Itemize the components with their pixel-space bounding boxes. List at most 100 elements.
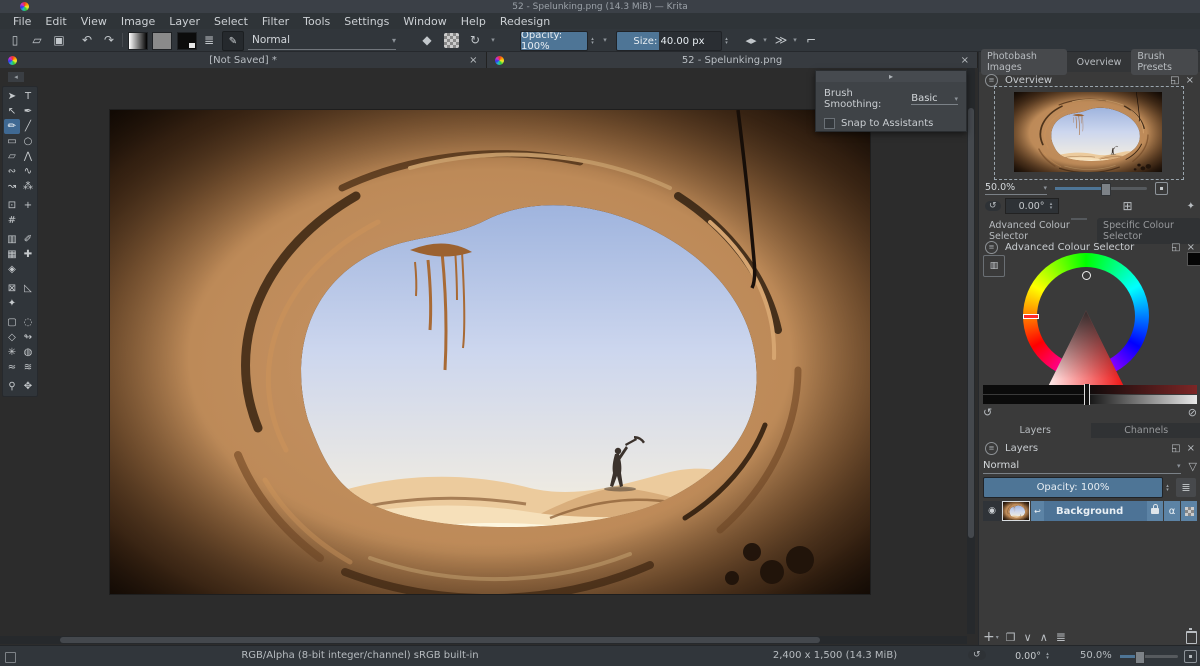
mirror-view-icon[interactable]: ⊞ xyxy=(1123,199,1133,213)
tab-spelunking[interactable]: 52 - Spelunking.png × xyxy=(487,52,979,68)
spin-down-icon[interactable]: ▾ xyxy=(588,41,597,45)
menu-edit[interactable]: Edit xyxy=(38,15,73,28)
chevron-down-icon[interactable]: ▾ xyxy=(600,35,610,45)
tool-magnetic-select[interactable]: ≋ xyxy=(20,360,36,375)
canvas-hscrollbar[interactable] xyxy=(0,636,967,644)
duplicate-layer-button[interactable]: ❐ xyxy=(1006,631,1016,644)
layer-lock-icon[interactable] xyxy=(1147,501,1163,521)
tool-line[interactable]: ╱ xyxy=(20,119,36,134)
chevron-down-icon[interactable]: ▾ xyxy=(761,35,769,45)
open-document-button[interactable]: ▱ xyxy=(28,31,46,49)
zoom-fit-icon[interactable]: ▪ xyxy=(1184,650,1197,663)
docker-menu-icon[interactable]: ≡ xyxy=(985,241,998,254)
overview-zoom-dropdown[interactable]: 50.0% ▾ xyxy=(985,181,1047,195)
tool-ellipse[interactable]: ○ xyxy=(20,134,36,149)
mirror-vertical-button[interactable]: ≫ xyxy=(772,31,790,49)
tool-pattern-edit[interactable]: ▦ xyxy=(4,247,20,262)
dock-tab-brush-presets[interactable]: Brush Presets xyxy=(1131,49,1198,75)
tab-scroll-left-button[interactable]: ◂ xyxy=(8,72,24,82)
close-icon[interactable]: × xyxy=(961,55,969,66)
blending-mode-dropdown[interactable]: Normal ▾ xyxy=(248,31,396,50)
refresh-colors-icon[interactable]: ↺ xyxy=(983,406,992,419)
tool-zoom[interactable]: ⚲ xyxy=(4,379,20,394)
chevron-down-icon[interactable]: ▾ xyxy=(996,634,999,641)
opacity-widget[interactable]: Opacity: 100% ▴▾ xyxy=(520,31,597,51)
undo-button[interactable]: ↶ xyxy=(78,31,96,49)
tool-multibrush[interactable]: ⁂ xyxy=(20,179,36,194)
overview-zoom-slider[interactable] xyxy=(1055,187,1147,190)
gradient-swatch[interactable] xyxy=(128,32,148,50)
fg-bg-color-swatch[interactable] xyxy=(177,32,197,50)
eraser-mode-button[interactable]: ◆ xyxy=(418,31,436,49)
tool-color-sampler[interactable]: ✐ xyxy=(20,232,36,247)
tool-rectangle[interactable]: ▭ xyxy=(4,134,20,149)
spin-down-icon[interactable]: ▾ xyxy=(1047,206,1056,210)
reset-rotation-icon[interactable]: ↺ xyxy=(985,201,1001,211)
tool-contiguous-select[interactable]: ◍ xyxy=(20,345,36,360)
shade-strip-red[interactable] xyxy=(983,385,1197,394)
delete-layer-button[interactable] xyxy=(1186,631,1197,644)
tool-calligraphy[interactable]: ✒ xyxy=(20,104,36,119)
menu-filter[interactable]: Filter xyxy=(255,15,296,28)
spin-down-icon[interactable]: ▾ xyxy=(1163,488,1172,492)
hscroll-thumb[interactable] xyxy=(60,637,820,643)
overview-view-rect[interactable] xyxy=(994,86,1184,180)
move-layer-up-button[interactable]: ∧ xyxy=(1040,631,1048,644)
menu-image[interactable]: Image xyxy=(114,15,162,28)
menu-help[interactable]: Help xyxy=(454,15,493,28)
overview-rotation-spinbox[interactable]: 0.00° ▴▾ xyxy=(1005,198,1059,214)
no-color-icon[interactable]: ⊘ xyxy=(1188,406,1197,419)
canvas-vscrollbar[interactable] xyxy=(967,68,975,634)
tool-fill[interactable]: ◈ xyxy=(4,262,20,277)
menu-redesign[interactable]: Redesign xyxy=(493,15,557,28)
tool-freehand-path[interactable]: ∿ xyxy=(20,164,36,179)
float-docker-icon[interactable]: ◱ xyxy=(1171,443,1180,454)
menu-layer[interactable]: Layer xyxy=(162,15,207,28)
brush-option-button[interactable]: ≣ xyxy=(200,31,218,49)
tool-transform[interactable]: ⊡ xyxy=(4,198,20,213)
tool-gradient[interactable]: ▥ xyxy=(4,232,20,247)
tool-bezier-curve[interactable]: ∾ xyxy=(4,164,20,179)
tool-assistants[interactable]: ◺ xyxy=(20,281,36,296)
menu-select[interactable]: Select xyxy=(207,15,255,28)
menu-tools[interactable]: Tools xyxy=(296,15,337,28)
tool-similar-select[interactable]: ✳ xyxy=(4,345,20,360)
brush-size-widget[interactable]: Size: 40.00 px ▴▾ xyxy=(616,31,731,51)
spin-down-icon[interactable]: ▾ xyxy=(1043,656,1052,660)
layer-blend-dropdown[interactable]: Normal ▾ xyxy=(983,458,1181,474)
layer-row-background[interactable]: ◉ ↩ Background α xyxy=(983,501,1197,521)
menu-window[interactable]: Window xyxy=(396,15,453,28)
tool-polygon-select[interactable]: ◇ xyxy=(4,330,20,345)
dock-tab-overview[interactable]: Overview xyxy=(1071,55,1128,70)
snap-to-assistants-checkbox[interactable] xyxy=(824,118,835,129)
canvas-rotation-spinbox[interactable]: 0.00° ▴▾ xyxy=(1000,649,1054,663)
spin-down-icon[interactable]: ▾ xyxy=(722,41,731,45)
edit-brush-settings-button[interactable]: ✎ xyxy=(222,31,244,51)
add-layer-button[interactable]: + xyxy=(983,629,995,645)
tool-polygon[interactable]: ▱ xyxy=(4,149,20,164)
tool-ellipse-select[interactable]: ◌ xyxy=(20,315,36,330)
float-docker-icon[interactable]: ◱ xyxy=(1170,75,1179,86)
brush-smoothing-dropdown[interactable]: Basic ▾ xyxy=(911,93,958,105)
new-document-button[interactable]: ▯ xyxy=(6,31,24,49)
preserve-alpha-button[interactable] xyxy=(444,33,459,48)
tool-freehand-brush[interactable]: ✏ xyxy=(4,119,20,134)
reset-rotation-icon[interactable]: ↺ xyxy=(968,650,986,660)
pattern-swatch[interactable] xyxy=(152,32,172,50)
selection-mode-icon[interactable] xyxy=(5,652,16,663)
wraparound-mode-button[interactable]: ⌐ xyxy=(802,31,820,49)
overview-fit-icon[interactable]: ▪ xyxy=(1155,182,1168,195)
reload-preset-button[interactable]: ↻ xyxy=(466,31,484,49)
current-color-swatch[interactable] xyxy=(1187,252,1200,266)
tool-dynamic-brush[interactable]: ↝ xyxy=(4,179,20,194)
tool-smart-patch[interactable]: ✚ xyxy=(20,247,36,262)
layer-alpha-lock-icon[interactable]: α xyxy=(1164,501,1180,521)
tool-bezier-select[interactable]: ≈ xyxy=(4,360,20,375)
chevron-down-icon[interactable]: ▾ xyxy=(791,35,799,45)
menu-view[interactable]: View xyxy=(74,15,114,28)
pin-docker-icon[interactable]: ✦ xyxy=(1187,201,1195,212)
dock-tab-layers[interactable]: Layers xyxy=(979,423,1091,438)
dock-tab-channels[interactable]: Channels xyxy=(1091,423,1200,438)
mirror-horizontal-button[interactable]: ◂▸ xyxy=(742,31,760,49)
tool-text[interactable]: T xyxy=(20,89,36,104)
